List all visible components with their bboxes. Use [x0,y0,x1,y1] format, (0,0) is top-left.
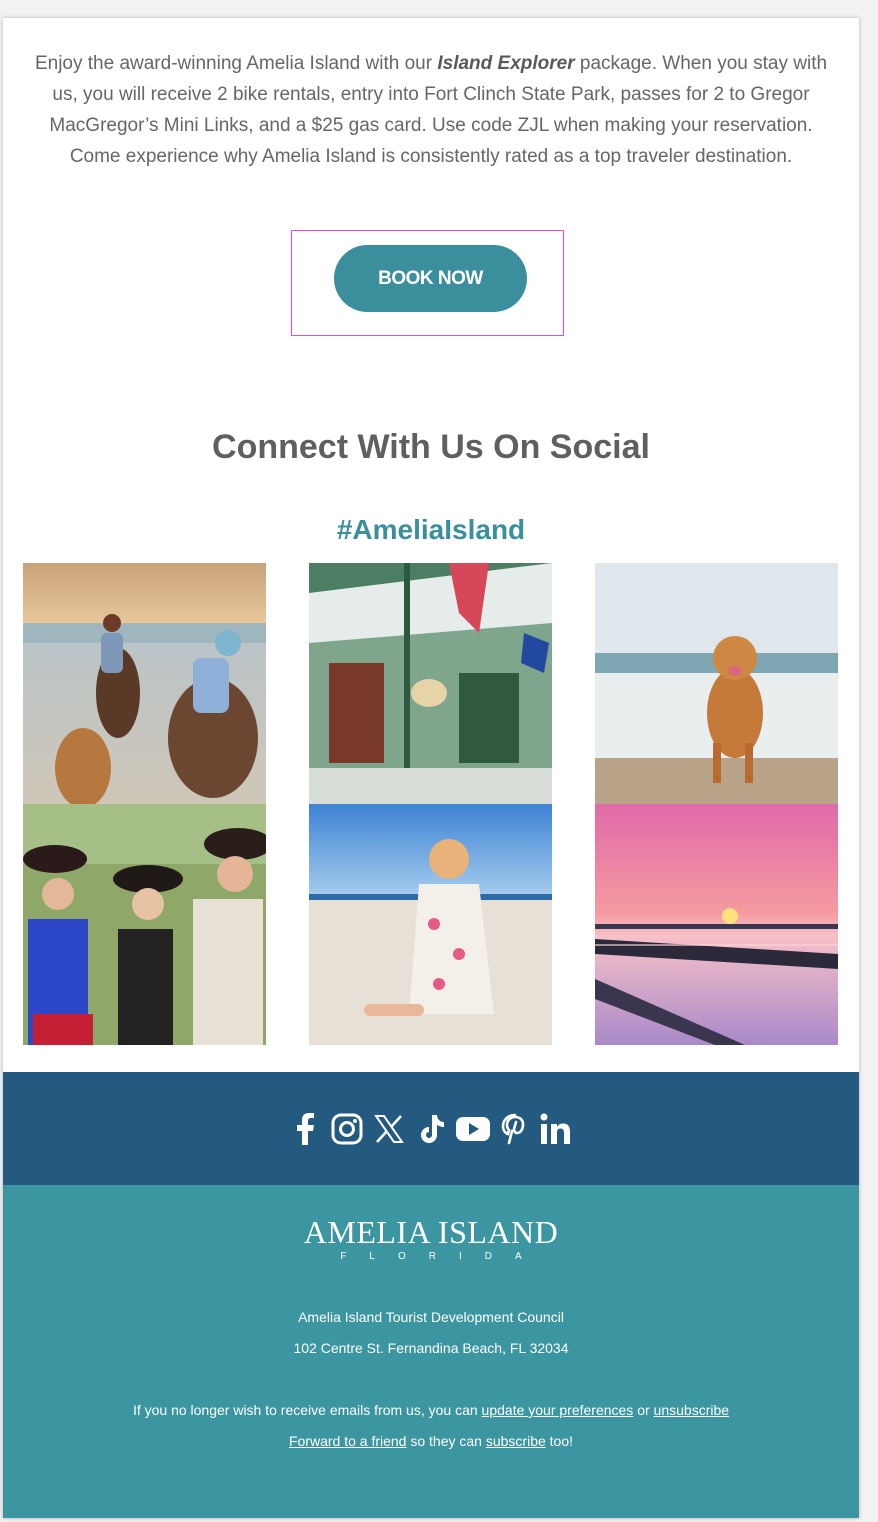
forward-line: Forward to a friend so they can subscrib… [3,1433,859,1449]
photo-sunset-pier[interactable] [595,804,838,1045]
intro-text: Enjoy the award-winning Amelia Island wi… [33,48,829,172]
photo-girl-beach[interactable] [309,804,552,1045]
photo-horse-riding[interactable] [23,563,266,804]
book-now-button[interactable]: BOOK NOW [334,245,527,312]
facebook-icon[interactable] [287,1111,323,1147]
intro-text-start: Enjoy the award-winning Amelia Island wi… [34,53,438,74]
unsubscribe-line: If you no longer wish to receive emails … [3,1402,859,1418]
footer: AMELIA ISLAND FLORIDA Amelia Island Tour… [3,1185,859,1518]
logo-wordmark: AMELIA ISLAND [303,1214,559,1250]
amelia-island-logo[interactable]: AMELIA ISLAND FLORIDA [3,1215,859,1262]
tiktok-icon[interactable] [413,1111,449,1147]
social-icons-bar [3,1072,859,1185]
instagram-icon[interactable] [329,1111,365,1147]
pinterest-icon[interactable] [497,1111,533,1147]
email-body: Enjoy the award-winning Amelia Island wi… [3,18,859,1518]
package-name: Island Explorer [437,53,575,74]
subscribe-link[interactable]: subscribe [486,1433,546,1449]
photo-pirate-festival[interactable] [23,804,266,1045]
photo-dog-beach[interactable] [595,563,838,804]
youtube-icon[interactable] [455,1111,491,1147]
forward-to-friend-link[interactable]: Forward to a friend [289,1433,407,1449]
forward-text: so they can [406,1433,486,1449]
linkedin-icon[interactable] [539,1111,575,1147]
logo-subtitle: FLORIDA [340,1251,545,1262]
org-address: 102 Centre St. Fernandina Beach, FL 3203… [293,1340,569,1356]
unsubscribe-link[interactable]: unsubscribe [654,1402,730,1418]
update-preferences-link[interactable]: update your preferences [482,1402,634,1418]
photo-historic-building[interactable] [309,563,552,804]
or-text: or [633,1402,654,1418]
unsubscribe-text: If you no longer wish to receive emails … [132,1402,482,1418]
hashtag-link[interactable]: #AmeliaIsland [3,514,859,546]
x-icon[interactable] [371,1111,407,1147]
too-text: too! [545,1433,574,1449]
social-heading: Connect With Us On Social [212,428,650,466]
org-name: Amelia Island Tourist Development Counci… [298,1309,564,1325]
